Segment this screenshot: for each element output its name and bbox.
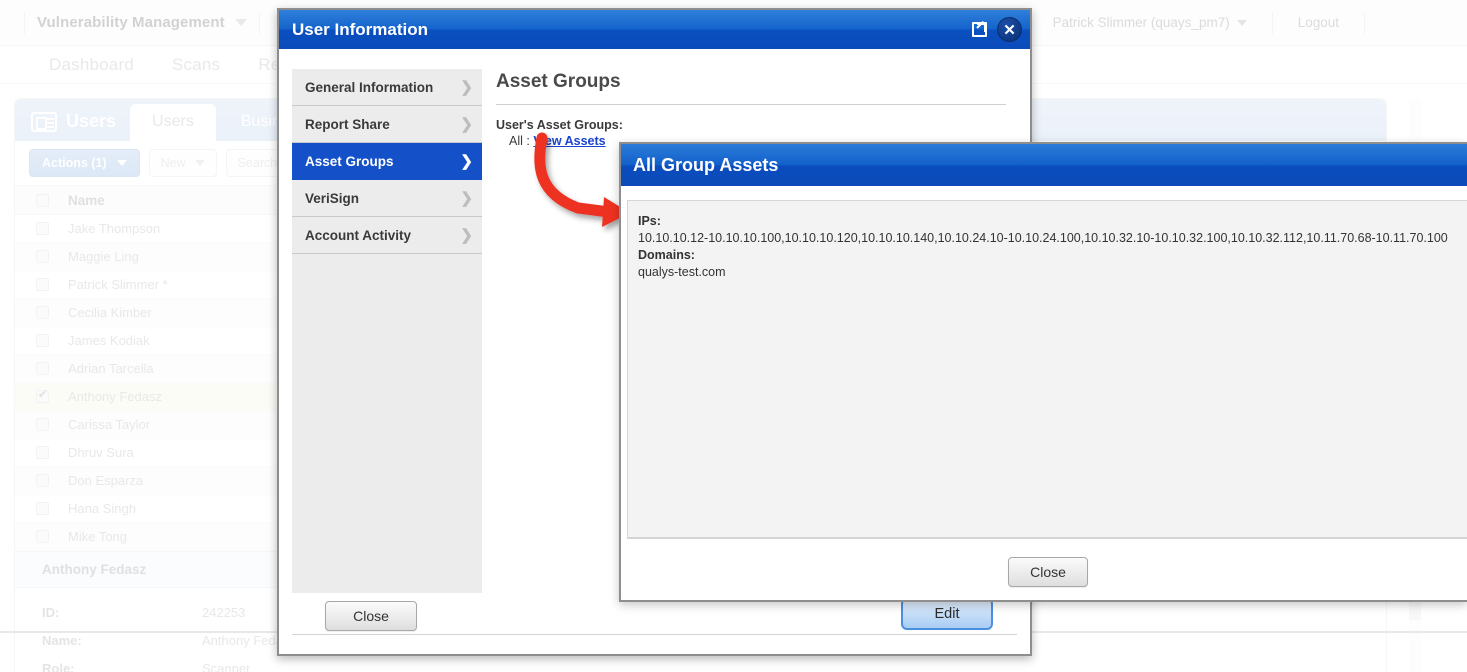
detail-field-value: Scanner — [202, 661, 251, 672]
screen-root: Vulnerability Management ✦ Help — [0, 0, 1467, 672]
row-name: Patrick Slimmer * — [68, 277, 168, 292]
chevron-down-icon — [194, 160, 205, 166]
row-checkbox[interactable] — [36, 446, 49, 459]
row-checkbox[interactable] — [36, 278, 49, 291]
row-name: James Kodiak — [68, 333, 150, 348]
user-information-footer: Close Edit — [292, 593, 1017, 654]
divider — [24, 11, 25, 34]
sidenav-item-label: VeriSign — [305, 190, 360, 206]
detail-field: Role: Scanner — [42, 655, 1386, 672]
logout-link[interactable]: Logout — [1285, 15, 1352, 30]
row-checkbox[interactable] — [36, 362, 49, 375]
module-name: Vulnerability Management — [37, 14, 225, 31]
view-assets-link[interactable]: View Assets — [533, 134, 605, 148]
user-information-title: User Information — [292, 19, 429, 39]
column-header-name: Name — [68, 192, 105, 208]
row-checkbox[interactable] — [36, 334, 49, 347]
divider — [1271, 11, 1273, 34]
row-checkbox[interactable] — [36, 502, 49, 515]
nav-dashboard[interactable]: Dashboard — [30, 55, 153, 75]
user-label: Patrick Slimmer (quays_pm7) — [1052, 15, 1230, 30]
detail-field-label: Role: — [42, 661, 75, 672]
row-name: Jake Thompson — [68, 221, 161, 236]
chevron-down-icon — [234, 19, 247, 26]
all-group-assets-title: All Group Assets — [633, 154, 779, 175]
chevron-right-icon: ❯ — [460, 190, 473, 207]
chevron-down-icon — [116, 160, 127, 166]
sidenav-item-label: Report Share — [305, 116, 390, 132]
row-name: Hana Singh — [68, 501, 136, 516]
nav-scans[interactable]: Scans — [153, 55, 239, 75]
sidenav-item-label: Asset Groups — [305, 153, 394, 169]
row-checkbox[interactable] — [36, 306, 49, 319]
row-checkbox[interactable] — [36, 222, 49, 235]
asset-group-name: All : — [509, 134, 530, 148]
new-label: New — [160, 156, 186, 170]
row-name: Cecilia Kimber — [68, 305, 152, 320]
row-name: Carissa Taylor — [68, 417, 151, 432]
chevron-right-icon: ❯ — [460, 116, 473, 133]
sidenav-item-verisign[interactable]: VeriSign ❯ — [292, 180, 482, 217]
all-group-assets-body: IPs: 10.10.10.12-10.10.10.100,10.10.10.1… — [627, 200, 1467, 538]
detail-field-label: ID: — [42, 605, 60, 620]
domains-value: qualys-test.com — [638, 265, 726, 279]
domains-label: Domains: — [638, 248, 695, 262]
edit-button[interactable]: Edit — [901, 598, 993, 630]
new-button[interactable]: New — [148, 149, 217, 177]
row-checkbox[interactable] — [36, 418, 49, 431]
select-all-checkbox[interactable] — [36, 193, 49, 207]
ips-value: 10.10.10.12-10.10.10.100,10.10.10.120,10… — [638, 231, 1448, 245]
users-asset-groups-label: User's Asset Groups: — [496, 118, 623, 132]
detail-field-value: 242253 — [202, 605, 246, 620]
sidenav-item-label: Account Activity — [305, 227, 412, 243]
divider — [1364, 11, 1365, 34]
tab-users[interactable]: Users — [130, 104, 216, 141]
logout-label: Logout — [1297, 15, 1339, 30]
sidenav-item-account-activity[interactable]: Account Activity ❯ — [292, 217, 482, 254]
actions-label: Actions (1) — [42, 156, 107, 170]
row-checkbox[interactable] — [36, 250, 49, 263]
chevron-right-icon: ❯ — [460, 153, 473, 170]
module-selector[interactable]: Vulnerability Management — [0, 11, 272, 34]
chevron-right-icon: ❯ — [460, 79, 473, 96]
row-checkbox[interactable] — [36, 530, 49, 543]
id-card-icon — [31, 111, 57, 132]
users-brand-label: Users — [66, 111, 117, 131]
row-name: Adrian Tarcella — [68, 361, 154, 376]
divider — [258, 11, 260, 34]
user-information-titlebar: User Information ✕ — [279, 10, 1030, 49]
divider — [627, 538, 1467, 539]
close-button[interactable]: Close — [1008, 557, 1088, 587]
page-title: Asset Groups — [496, 68, 1006, 105]
sidenav-item-general-information[interactable]: General Information ❯ — [292, 69, 482, 106]
all-group-assets-titlebar: All Group Assets — [621, 144, 1467, 186]
user-menu[interactable]: Patrick Slimmer (quays_pm7) — [1040, 15, 1260, 30]
chevron-right-icon: ❯ — [460, 227, 473, 244]
row-name: Dhruv Sura — [68, 445, 134, 460]
sidenav-item-label: General Information — [305, 79, 434, 95]
row-checkbox[interactable] — [36, 474, 49, 487]
popout-window-icon[interactable] — [967, 18, 991, 42]
row-name: Don Esparza — [68, 473, 144, 488]
users-module-brand: Users — [15, 111, 130, 141]
sidenav-item-asset-groups[interactable]: Asset Groups ❯ — [292, 143, 482, 180]
close-button[interactable]: Close — [325, 601, 417, 631]
all-group-assets-footer: Close — [627, 538, 1467, 600]
chevron-down-icon — [1236, 19, 1247, 26]
search-label: Search — [237, 156, 278, 170]
row-name: Maggie Ling — [68, 249, 139, 264]
row-name: Anthony Fedasz — [68, 389, 162, 404]
divider — [292, 634, 1017, 635]
row-name: Mike Tong — [68, 529, 128, 544]
all-group-assets-dialog: All Group Assets IPs: 10.10.10.12-10.10.… — [619, 142, 1467, 602]
sidenav-item-report-share[interactable]: Report Share ❯ — [292, 106, 482, 143]
user-information-sidenav: General Information ❯ Report Share ❯ Asset G… — [292, 68, 482, 593]
ips-label: IPs: — [638, 214, 661, 228]
row-checkbox[interactable] — [36, 388, 49, 403]
actions-button[interactable]: Actions (1) — [29, 149, 140, 177]
close-icon[interactable]: ✕ — [997, 17, 1022, 42]
